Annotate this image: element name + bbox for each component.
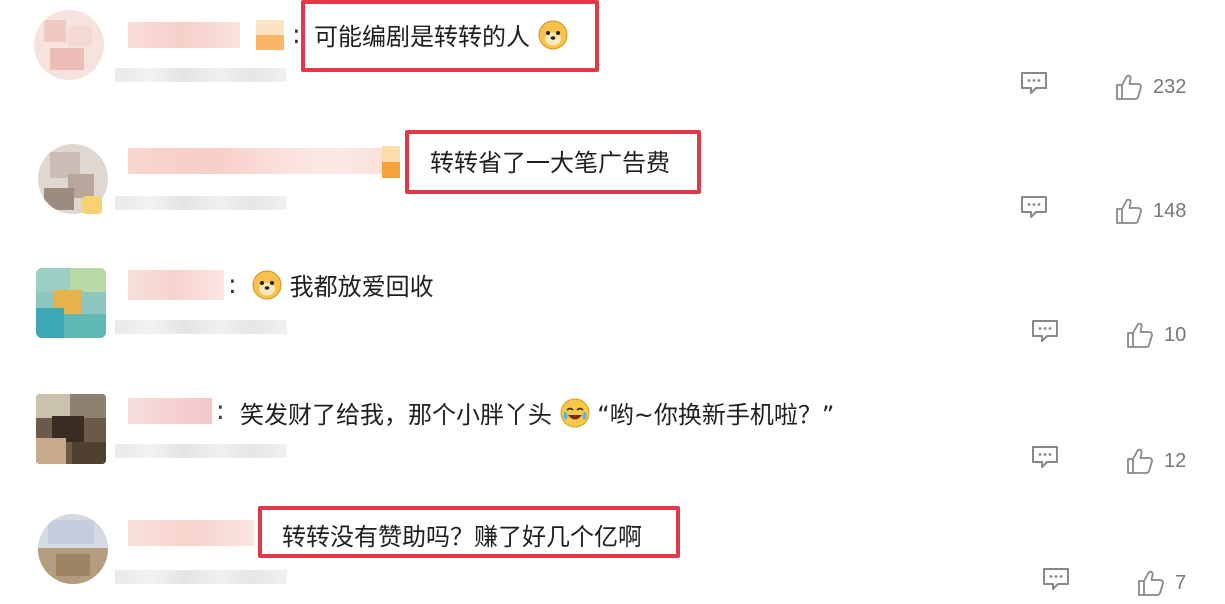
comment-item: : 我都放爱回收 10 xyxy=(0,250,1225,374)
meta-blurred xyxy=(115,570,287,584)
meta-blurred xyxy=(115,68,287,82)
like-button[interactable]: 12 xyxy=(1126,446,1186,476)
like-button[interactable]: 232 xyxy=(1115,72,1186,102)
comment-text: 我都放爱回收 xyxy=(252,270,434,302)
comment-item: : 笑发财了给我，那个小胖丫头 “哟~你换新手机啦？” 12 xyxy=(0,376,1225,500)
thumbs-up-icon xyxy=(1138,570,1164,596)
like-button[interactable]: 148 xyxy=(1115,196,1186,226)
avatar[interactable] xyxy=(34,10,104,80)
username-blurred[interactable] xyxy=(128,270,224,300)
like-button[interactable]: 10 xyxy=(1126,320,1186,350)
like-count: 10 xyxy=(1164,323,1187,346)
comment-icon xyxy=(1032,446,1058,468)
username-blurred[interactable] xyxy=(128,520,254,546)
colon: : xyxy=(292,20,301,50)
comment-icon xyxy=(1021,72,1047,94)
avatar[interactable] xyxy=(38,514,108,584)
comment-text: 笑发财了给我，那个小胖丫头 “哟~你换新手机啦？” xyxy=(240,398,834,430)
thumbs-up-icon xyxy=(1127,448,1153,474)
highlight-box xyxy=(258,506,680,558)
badge-blurred xyxy=(256,20,284,50)
doge-emoji xyxy=(252,270,282,300)
meta-blurred xyxy=(115,196,287,210)
reply-button[interactable] xyxy=(1030,444,1060,470)
comment-icon xyxy=(1032,320,1058,342)
username-blurred[interactable] xyxy=(128,148,396,174)
colon: : xyxy=(228,270,237,300)
comment-icon xyxy=(1043,568,1069,590)
comment-item: 转转没有赞助吗？赚了好几个亿啊 7 xyxy=(0,502,1225,604)
username-blurred[interactable] xyxy=(128,22,240,48)
highlight-box xyxy=(405,130,701,194)
reply-button[interactable] xyxy=(1041,566,1071,592)
comment-item: 转转省了一大笔广告费 148 xyxy=(0,124,1225,248)
username-blurred[interactable] xyxy=(128,398,212,424)
avatar[interactable] xyxy=(36,268,106,338)
meta-blurred xyxy=(115,320,287,334)
crying-laughing-emoji xyxy=(560,398,590,428)
thumbs-up-icon xyxy=(1116,198,1142,224)
comment-icon xyxy=(1021,196,1047,218)
like-button[interactable]: 7 xyxy=(1137,568,1186,598)
highlight-box xyxy=(301,0,599,72)
colon: : xyxy=(216,396,225,426)
meta-blurred xyxy=(115,444,287,458)
comment-item: : 可能编剧是转转的人 232 xyxy=(0,0,1225,120)
reply-button[interactable] xyxy=(1019,194,1049,220)
reply-button[interactable] xyxy=(1030,318,1060,344)
avatar[interactable] xyxy=(36,394,106,464)
like-count: 7 xyxy=(1175,571,1187,594)
thumbs-up-icon xyxy=(1116,74,1142,100)
like-count: 12 xyxy=(1164,449,1187,472)
like-count: 232 xyxy=(1153,75,1187,98)
badge-blurred xyxy=(382,146,400,178)
thumbs-up-icon xyxy=(1127,322,1153,348)
like-count: 148 xyxy=(1153,199,1187,222)
reply-button[interactable] xyxy=(1019,70,1049,96)
badge-blurred xyxy=(82,196,102,214)
